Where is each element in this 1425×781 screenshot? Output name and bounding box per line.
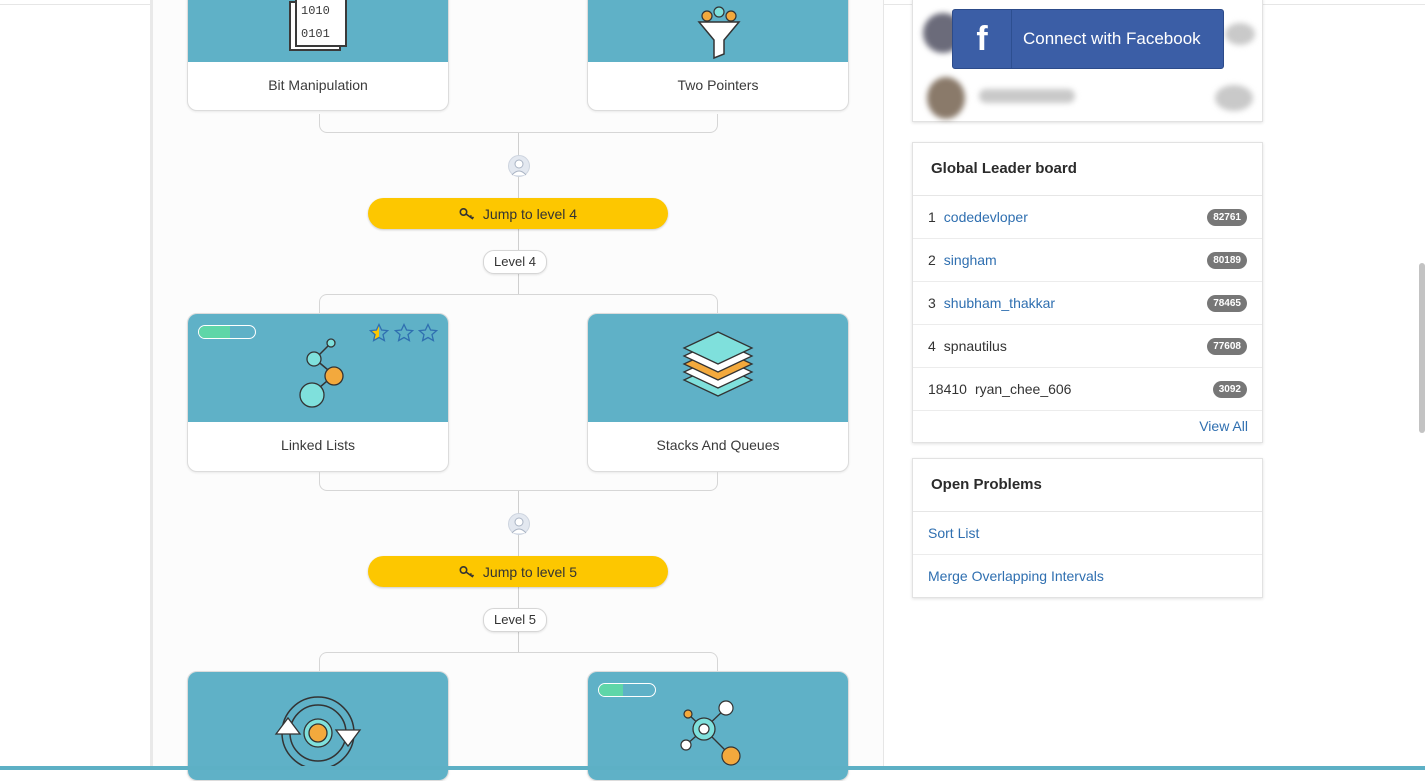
leaderboard-rank: 18410 (928, 381, 967, 397)
topic-card-banner (588, 314, 848, 422)
stack-layers-icon (682, 331, 754, 397)
leaderboard-row: 1 codedevloper 82761 (913, 196, 1262, 239)
friend-avatar (927, 77, 965, 119)
leaderboard-username: ryan_chee_606 (974, 381, 1072, 397)
level-connector (319, 114, 718, 133)
binary-file-icon: 1010 0101 (289, 0, 347, 51)
leaderboard-score-badge: 78465 (1207, 295, 1247, 312)
open-problems-panel: Open Problems Sort List Merge Overlapping… (912, 458, 1263, 598)
topic-card-stacks-and-queues[interactable]: Stacks And Queues (587, 313, 849, 472)
leaderboard-rank: 2 (928, 252, 936, 268)
topic-card-label: Two Pointers (677, 77, 759, 93)
global-leaderboard-panel: Global Leader board 1 codedevloper 82761 2 s… (912, 142, 1263, 443)
level-connector (319, 472, 718, 491)
open-problem-link[interactable]: Sort List (913, 512, 1262, 555)
funnel-icon (697, 6, 741, 60)
leaderboard-row: 2 singham 80189 (913, 239, 1262, 282)
topic-card-two-pointers[interactable]: Two Pointers (587, 0, 849, 111)
leaderboard-title: Global Leader board (913, 143, 1262, 196)
leaderboard-rank: 4 (928, 338, 936, 354)
level-tree-column: 1010 0101 Bit Manipulation Two Pointers … (150, 0, 884, 781)
linked-list-icon (299, 338, 344, 408)
graph-nodes-icon (680, 700, 741, 766)
leaderboard-score-badge: 77608 (1207, 338, 1247, 355)
leaderboard-rank: 3 (928, 295, 936, 311)
user-avatar-marker (508, 155, 530, 177)
topic-card-banner (188, 314, 448, 422)
topic-card-label: Stacks And Queues (656, 437, 780, 453)
rotate-arrows-icon (274, 696, 362, 770)
friend-avatar (1215, 85, 1253, 111)
jump-button-label: Jump to level 4 (482, 205, 578, 222)
open-problem-link[interactable]: Merge Overlapping Intervals (913, 555, 1262, 597)
topic-card-level5-a[interactable] (187, 671, 449, 781)
topic-card-linked-lists[interactable]: Linked Lists (187, 313, 449, 472)
friend-name-placeholder (979, 89, 1075, 103)
topic-card-label: Bit Manipulation (268, 77, 368, 93)
leaderboard-row: 3 shubham_thakkar 78465 (913, 282, 1262, 325)
leaderboard-score-badge: 3092 (1212, 381, 1247, 398)
leaderboard-row: 18410 ryan_chee_606 3092 (913, 368, 1262, 411)
leaderboard-rank: 1 (928, 209, 936, 225)
level-connector (319, 294, 718, 314)
svg-text:1010: 1010 (301, 4, 330, 18)
user-avatar-marker (508, 513, 530, 535)
leaderboard-row: 4 spnautilus 77608 (913, 325, 1262, 368)
key-icon (459, 565, 474, 578)
connect-facebook-label: Connect with Facebook (1023, 29, 1201, 48)
key-icon (459, 207, 474, 220)
connect-facebook-button[interactable]: f Connect with Facebook (952, 9, 1224, 69)
level-connector (319, 652, 718, 672)
leaderboard-username[interactable]: singham (944, 252, 997, 268)
facebook-icon: f (953, 10, 1012, 68)
leaderboard-username[interactable]: codedevloper (944, 209, 1028, 225)
page-scrollbar[interactable] (1419, 263, 1425, 433)
topic-card-label: Linked Lists (281, 437, 355, 453)
bottom-accent-bar (0, 766, 1425, 770)
friend-avatar (1225, 23, 1255, 45)
level-5-label: Level 5 (483, 608, 547, 632)
topic-card-banner (188, 672, 448, 780)
leaderboard-username[interactable]: shubham_thakkar (944, 295, 1055, 311)
topic-card-banner (588, 672, 848, 780)
jump-to-level-5-button[interactable]: Jump to level 5 (368, 556, 668, 587)
leaderboard-score-badge: 82761 (1207, 209, 1247, 226)
open-problems-title: Open Problems (913, 459, 1262, 512)
level-4-label: Level 4 (483, 250, 547, 274)
topic-card-banner (588, 0, 848, 62)
view-all-link[interactable]: View All (913, 411, 1262, 442)
topic-card-level5-b[interactable] (587, 671, 849, 781)
svg-text:0101: 0101 (301, 27, 330, 41)
jump-button-label: Jump to level 5 (482, 563, 578, 580)
topic-card-banner: 1010 0101 (188, 0, 448, 62)
leaderboard-score-badge: 80189 (1207, 252, 1247, 269)
topic-card-bit-manipulation[interactable]: 1010 0101 Bit Manipulation (187, 0, 449, 111)
jump-to-level-4-button[interactable]: Jump to level 4 (368, 198, 668, 229)
leaderboard-username: spnautilus (943, 338, 1007, 354)
